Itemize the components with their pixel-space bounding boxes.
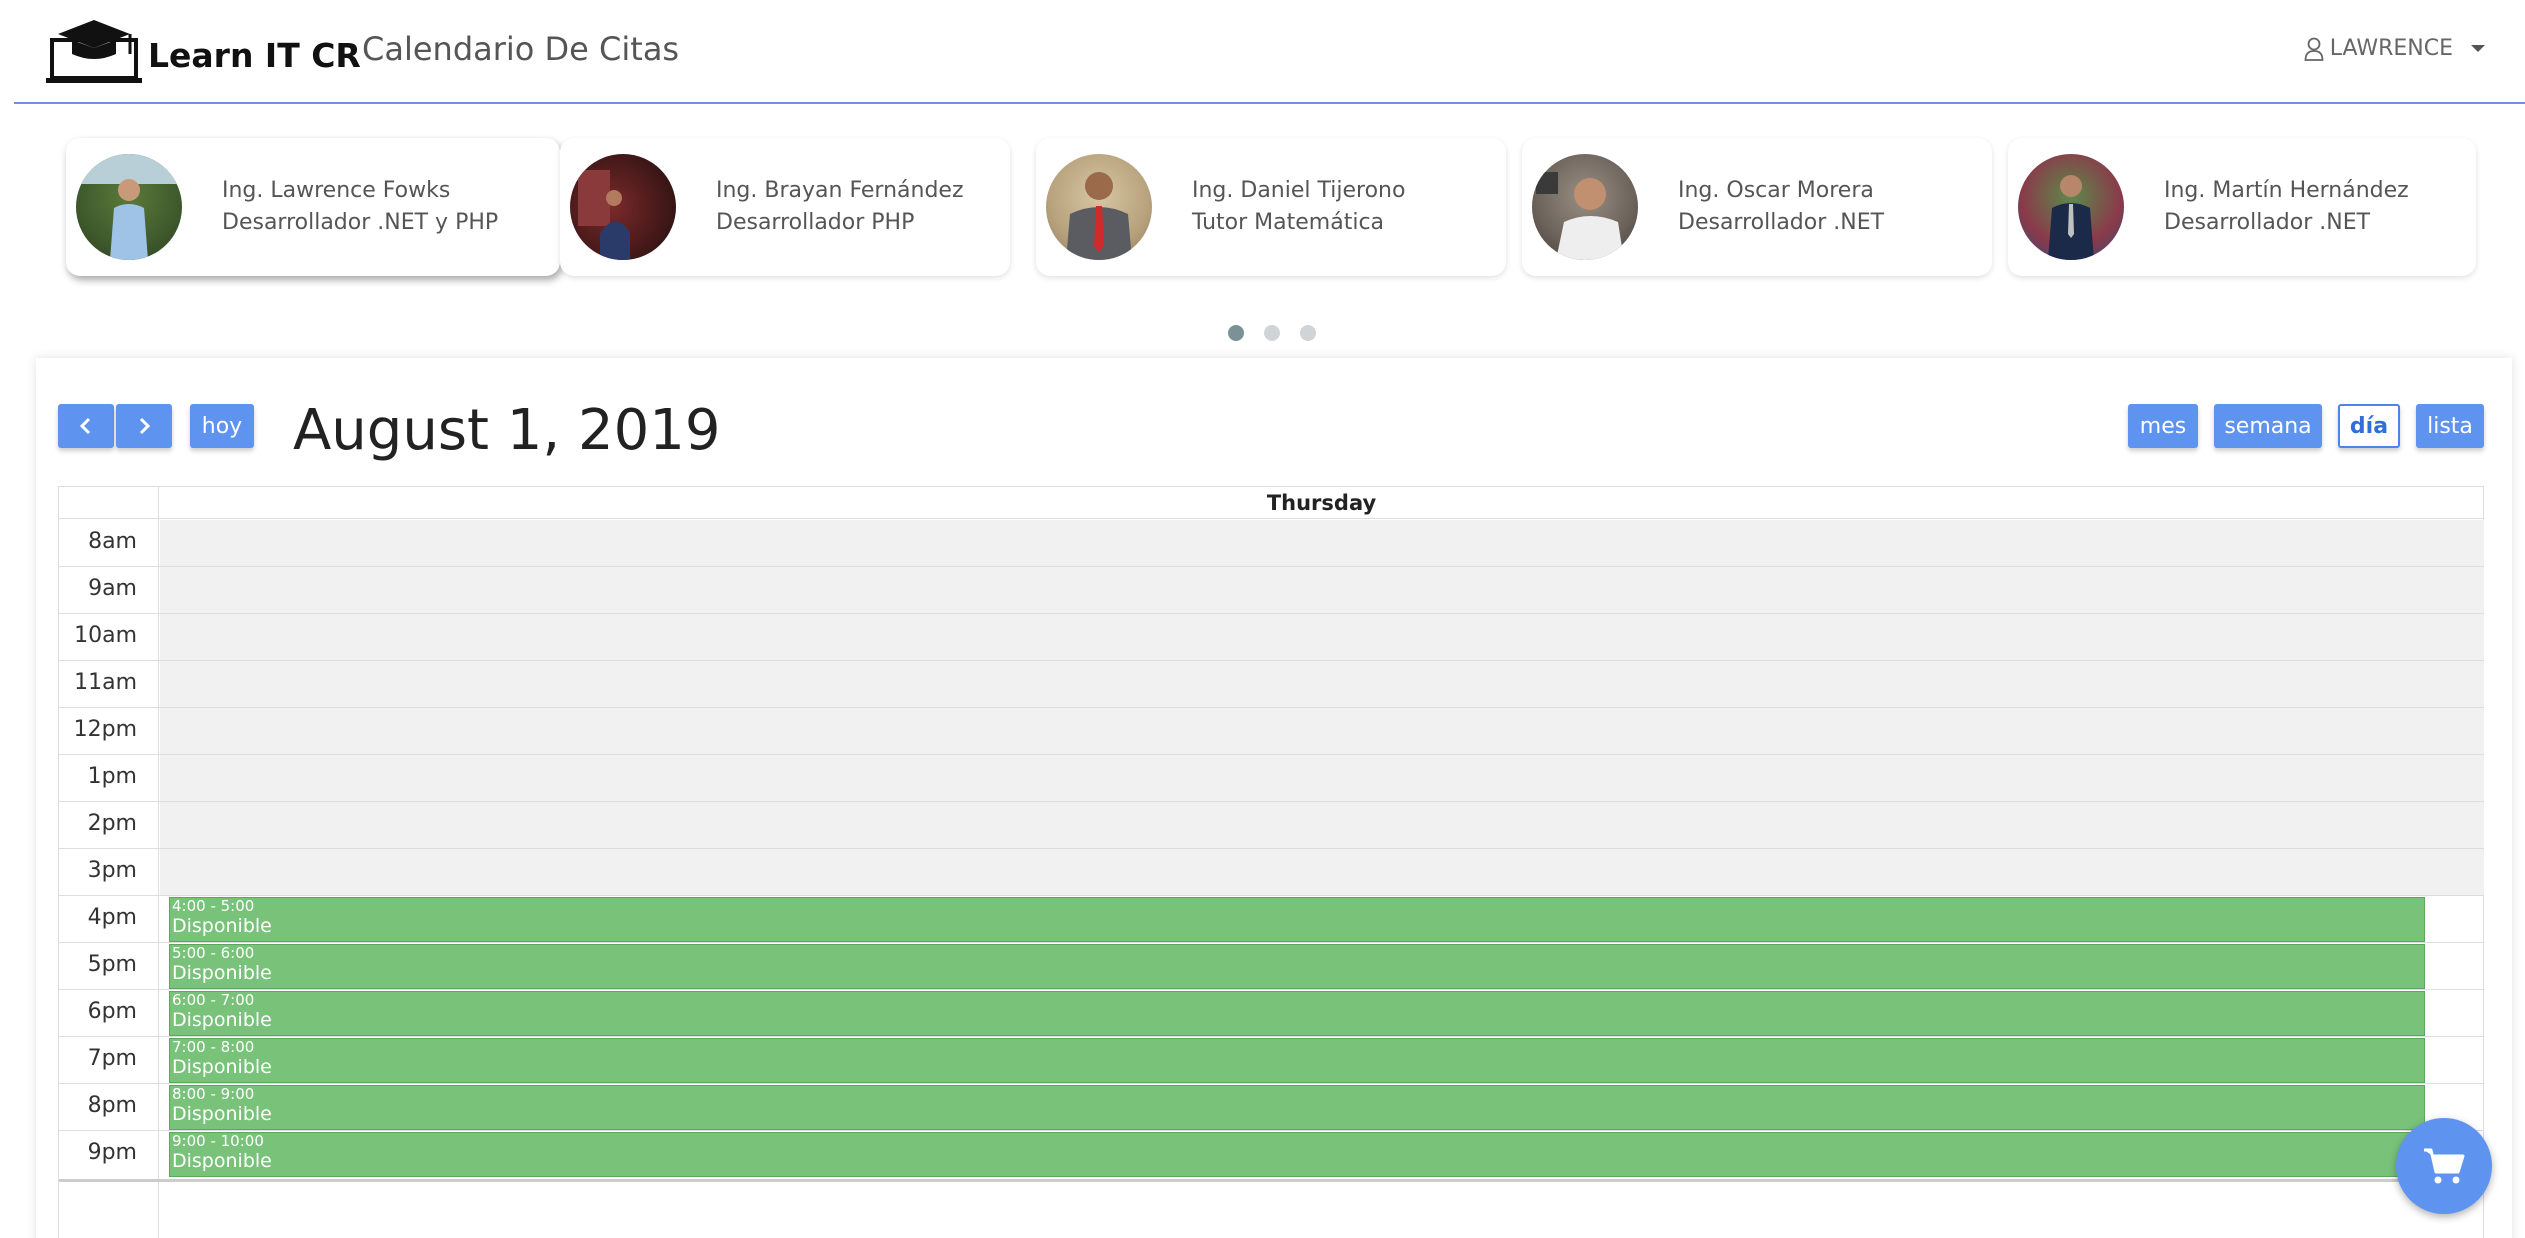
user-menu[interactable]: LAWRENCE: [2304, 36, 2485, 61]
cart-button[interactable]: [2396, 1118, 2492, 1214]
avatar: [1532, 154, 1638, 260]
calendar-event[interactable]: 9:00 - 10:00 Disponible: [169, 1132, 2425, 1177]
time-label: 12pm: [73, 717, 137, 742]
carousel-dot-1[interactable]: [1228, 325, 1244, 341]
hour-line: [59, 895, 2484, 896]
tutor-role: Desarrollador .NET: [1678, 210, 1885, 235]
event-title: Disponible: [172, 962, 272, 984]
hour-line: [59, 707, 2484, 708]
tutor-role: Tutor Matemática: [1192, 210, 1385, 235]
tutor-role: Desarrollador .NET: [2164, 210, 2371, 235]
event-time: 4:00 - 5:00: [172, 897, 255, 915]
time-label: 11am: [74, 670, 137, 695]
carousel-dot-2[interactable]: [1264, 325, 1280, 341]
view-week-button[interactable]: semana: [2214, 404, 2322, 448]
tutor-name: Ing. Martín Hernández: [2164, 178, 2409, 203]
event-time: 5:00 - 6:00: [172, 944, 255, 962]
time-label: 9pm: [87, 1140, 137, 1165]
view-list-button[interactable]: lista: [2416, 404, 2484, 448]
unavailable-block: [160, 520, 2484, 896]
grid-bottom-divider: [59, 1179, 2484, 1182]
calendar-title: August 1, 2019: [293, 398, 721, 463]
avatar: [570, 154, 676, 260]
chevron-right-icon: [139, 417, 151, 435]
prev-button[interactable]: [58, 404, 114, 448]
shopping-cart-icon: [2424, 1148, 2465, 1184]
tutor-name: Ing. Oscar Morera: [1678, 178, 1874, 203]
event-time: 8:00 - 9:00: [172, 1085, 255, 1103]
time-label: 6pm: [87, 999, 137, 1024]
carousel-dot-3[interactable]: [1300, 325, 1316, 341]
page-title: Calendario De Citas: [362, 30, 680, 68]
event-time: 7:00 - 8:00: [172, 1038, 255, 1056]
tutor-card[interactable]: Ing. Daniel Tijerono Tutor Matemática: [1036, 138, 1506, 276]
time-label: 3pm: [87, 858, 137, 883]
time-label: 7pm: [87, 1046, 137, 1071]
brand-name: Learn IT CR: [148, 35, 361, 75]
hour-line: [59, 754, 2484, 755]
today-button[interactable]: hoy: [190, 404, 254, 448]
time-label: 9am: [88, 576, 137, 601]
hour-line: [59, 1130, 2484, 1131]
tutor-carousel: Ing. Lawrence Fowks Desarrollador .NET y…: [66, 138, 2476, 278]
hour-line: [59, 989, 2484, 990]
event-title: Disponible: [172, 1103, 272, 1125]
user-icon: [2304, 37, 2324, 61]
hour-line: [59, 1083, 2484, 1084]
tutor-card[interactable]: Ing. Brayan Fernández Desarrollador PHP: [560, 138, 1010, 276]
tutor-role: Desarrollador .NET y PHP: [222, 210, 499, 235]
calendar-event[interactable]: 5:00 - 6:00 Disponible: [169, 944, 2425, 989]
tutor-name: Ing. Brayan Fernández: [716, 178, 964, 203]
view-day-button[interactable]: día: [2338, 404, 2400, 448]
calendar-panel: hoy August 1, 2019 mes semana día lista …: [36, 358, 2512, 1238]
next-button[interactable]: [116, 404, 172, 448]
user-name: LAWRENCE: [2329, 36, 2453, 61]
chevron-down-icon: [2471, 45, 2485, 52]
calendar-event[interactable]: 7:00 - 8:00 Disponible: [169, 1038, 2425, 1083]
tutor-card[interactable]: Ing. Lawrence Fowks Desarrollador .NET y…: [66, 138, 560, 276]
tutor-name: Ing. Lawrence Fowks: [222, 178, 451, 203]
day-header: Thursday: [159, 487, 2484, 519]
hour-line: [59, 942, 2484, 943]
hour-line: [59, 566, 2484, 567]
time-label: 2pm: [87, 811, 137, 836]
calendar-event[interactable]: 8:00 - 9:00 Disponible: [169, 1085, 2425, 1130]
event-time: 9:00 - 10:00: [172, 1132, 264, 1150]
grid-corner: [59, 487, 159, 519]
time-label: 8pm: [87, 1093, 137, 1118]
calendar-event[interactable]: 4:00 - 5:00 Disponible: [169, 897, 2425, 942]
graduation-laptop-icon: [46, 20, 142, 83]
hour-line: [59, 1036, 2484, 1037]
carousel-dots: [1228, 325, 1336, 341]
event-time: 6:00 - 7:00: [172, 991, 255, 1009]
time-label: 10am: [74, 623, 137, 648]
navbar: Learn IT CR Calendario De Citas LAWRENCE: [14, 0, 2525, 104]
chevron-left-icon: [79, 417, 91, 435]
time-label: 1pm: [87, 764, 137, 789]
avatar: [76, 154, 182, 260]
event-title: Disponible: [172, 1150, 272, 1172]
event-title: Disponible: [172, 1009, 272, 1031]
avatar: [2018, 154, 2124, 260]
hour-line: [59, 660, 2484, 661]
hour-line: [59, 613, 2484, 614]
tutor-card[interactable]: Ing. Martín Hernández Desarrollador .NET: [2008, 138, 2476, 276]
time-label: 4pm: [87, 905, 137, 930]
event-title: Disponible: [172, 915, 272, 937]
tutor-name: Ing. Daniel Tijerono: [1192, 178, 1406, 203]
time-label: 5pm: [87, 952, 137, 977]
view-month-button[interactable]: mes: [2128, 404, 2198, 448]
tutor-card[interactable]: Ing. Oscar Morera Desarrollador .NET: [1522, 138, 1992, 276]
hour-line: [59, 801, 2484, 802]
brand[interactable]: Learn IT CR: [44, 18, 361, 84]
avatar: [1046, 154, 1152, 260]
event-title: Disponible: [172, 1056, 272, 1078]
calendar-event[interactable]: 6:00 - 7:00 Disponible: [169, 991, 2425, 1036]
hour-line: [59, 848, 2484, 849]
tutor-role: Desarrollador PHP: [716, 210, 915, 235]
time-label: 8am: [88, 529, 137, 554]
day-grid: Thursday 8am 9am 10am 11am 12pm 1pm 2pm …: [58, 486, 2484, 1238]
